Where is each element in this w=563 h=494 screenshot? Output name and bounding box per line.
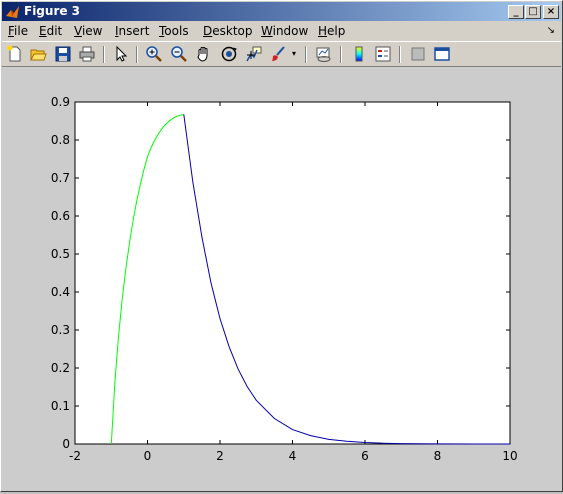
x-tick-label: 0 <box>144 449 152 463</box>
hide-plot-tools-icon[interactable] <box>409 45 427 63</box>
brush-dropdown-icon[interactable]: ▾ <box>292 49 296 58</box>
x-tick-label: 4 <box>289 449 297 463</box>
pan-hand-icon[interactable] <box>195 45 213 63</box>
y-tick-label: 0.2 <box>51 361 70 375</box>
x-tick-label: -2 <box>69 449 81 463</box>
toolbar-separator <box>136 46 138 63</box>
menu-edit[interactable]: Edit <box>39 24 62 38</box>
close-button[interactable]: × <box>543 5 559 19</box>
figure-window: Figure 3 _ □ × File Edit View Insert Too… <box>0 0 563 492</box>
new-figure-icon[interactable] <box>6 45 24 63</box>
plot-area <box>74 101 511 445</box>
y-tick-label: 0 <box>62 437 70 451</box>
link-plot-icon[interactable] <box>315 45 333 63</box>
y-tick-label: 0.6 <box>51 209 70 223</box>
print-icon[interactable] <box>78 45 96 63</box>
minimize-button[interactable]: _ <box>508 5 524 19</box>
menu-help[interactable]: Help <box>318 24 345 38</box>
plot-svg[interactable]: -2 0 2 4 6 8 1000.10.20.30.40.50.60.70.80.9 <box>2 67 561 491</box>
dock-arrow-icon[interactable]: ↘ <box>547 25 555 36</box>
x-tick-label: 8 <box>434 449 442 463</box>
open-file-icon[interactable] <box>29 45 47 63</box>
menu-bar: File Edit View Insert Tools Desktop Wind… <box>2 21 561 41</box>
menu-view[interactable]: View <box>74 24 102 38</box>
x-tick-label: 6 <box>361 449 369 463</box>
save-icon[interactable] <box>54 45 72 63</box>
y-tick-label: 0.9 <box>51 95 70 109</box>
y-tick-label: 0.8 <box>51 133 70 147</box>
y-tick-label: 0.1 <box>51 399 70 413</box>
data-cursor-icon[interactable] <box>245 45 263 63</box>
colorbar-icon[interactable] <box>350 45 368 63</box>
x-tick-label: 2 <box>216 449 224 463</box>
y-tick-label: 0.7 <box>51 171 70 185</box>
toolbar-separator <box>305 46 307 63</box>
window-title: Figure 3 <box>24 4 81 18</box>
y-tick-label: 0.4 <box>51 285 70 299</box>
show-plot-tools-icon[interactable] <box>433 45 451 63</box>
menu-insert[interactable]: Insert <box>115 24 149 38</box>
toolbar-separator <box>103 46 105 63</box>
title-bar[interactable]: Figure 3 _ □ × <box>2 2 561 21</box>
menu-window[interactable]: Window <box>261 24 308 38</box>
edit-plot-arrow-icon[interactable] <box>112 45 130 63</box>
figure-toolbar: ▾ <box>2 41 561 67</box>
matlab-logo-icon <box>6 6 19 18</box>
maximize-button[interactable]: □ <box>525 5 541 19</box>
x-tick-label: 10 <box>502 449 517 463</box>
menu-file[interactable]: File <box>8 24 28 38</box>
zoom-out-icon[interactable] <box>170 45 188 63</box>
toolbar-separator <box>340 46 342 63</box>
toolbar-separator <box>399 46 401 63</box>
y-tick-label: 0.3 <box>51 323 70 337</box>
menu-desktop[interactable]: Desktop <box>203 24 253 38</box>
brush-icon[interactable] <box>269 45 287 63</box>
zoom-in-icon[interactable] <box>145 45 163 63</box>
menu-tools[interactable]: Tools <box>159 24 189 38</box>
legend-icon[interactable] <box>374 45 392 63</box>
y-tick-label: 0.5 <box>51 247 70 261</box>
figure-canvas[interactable]: -2 0 2 4 6 8 10 0 0.1 0.2 0.3 0.4 0.5 0.6 0.7 0.8 0.9 <box>2 67 561 491</box>
rotate-3d-icon[interactable] <box>220 45 238 63</box>
axes[interactable]: -2 0 2 4 6 8 1000.10.20.30.40.50.60.70.80.9 <box>51 95 518 463</box>
